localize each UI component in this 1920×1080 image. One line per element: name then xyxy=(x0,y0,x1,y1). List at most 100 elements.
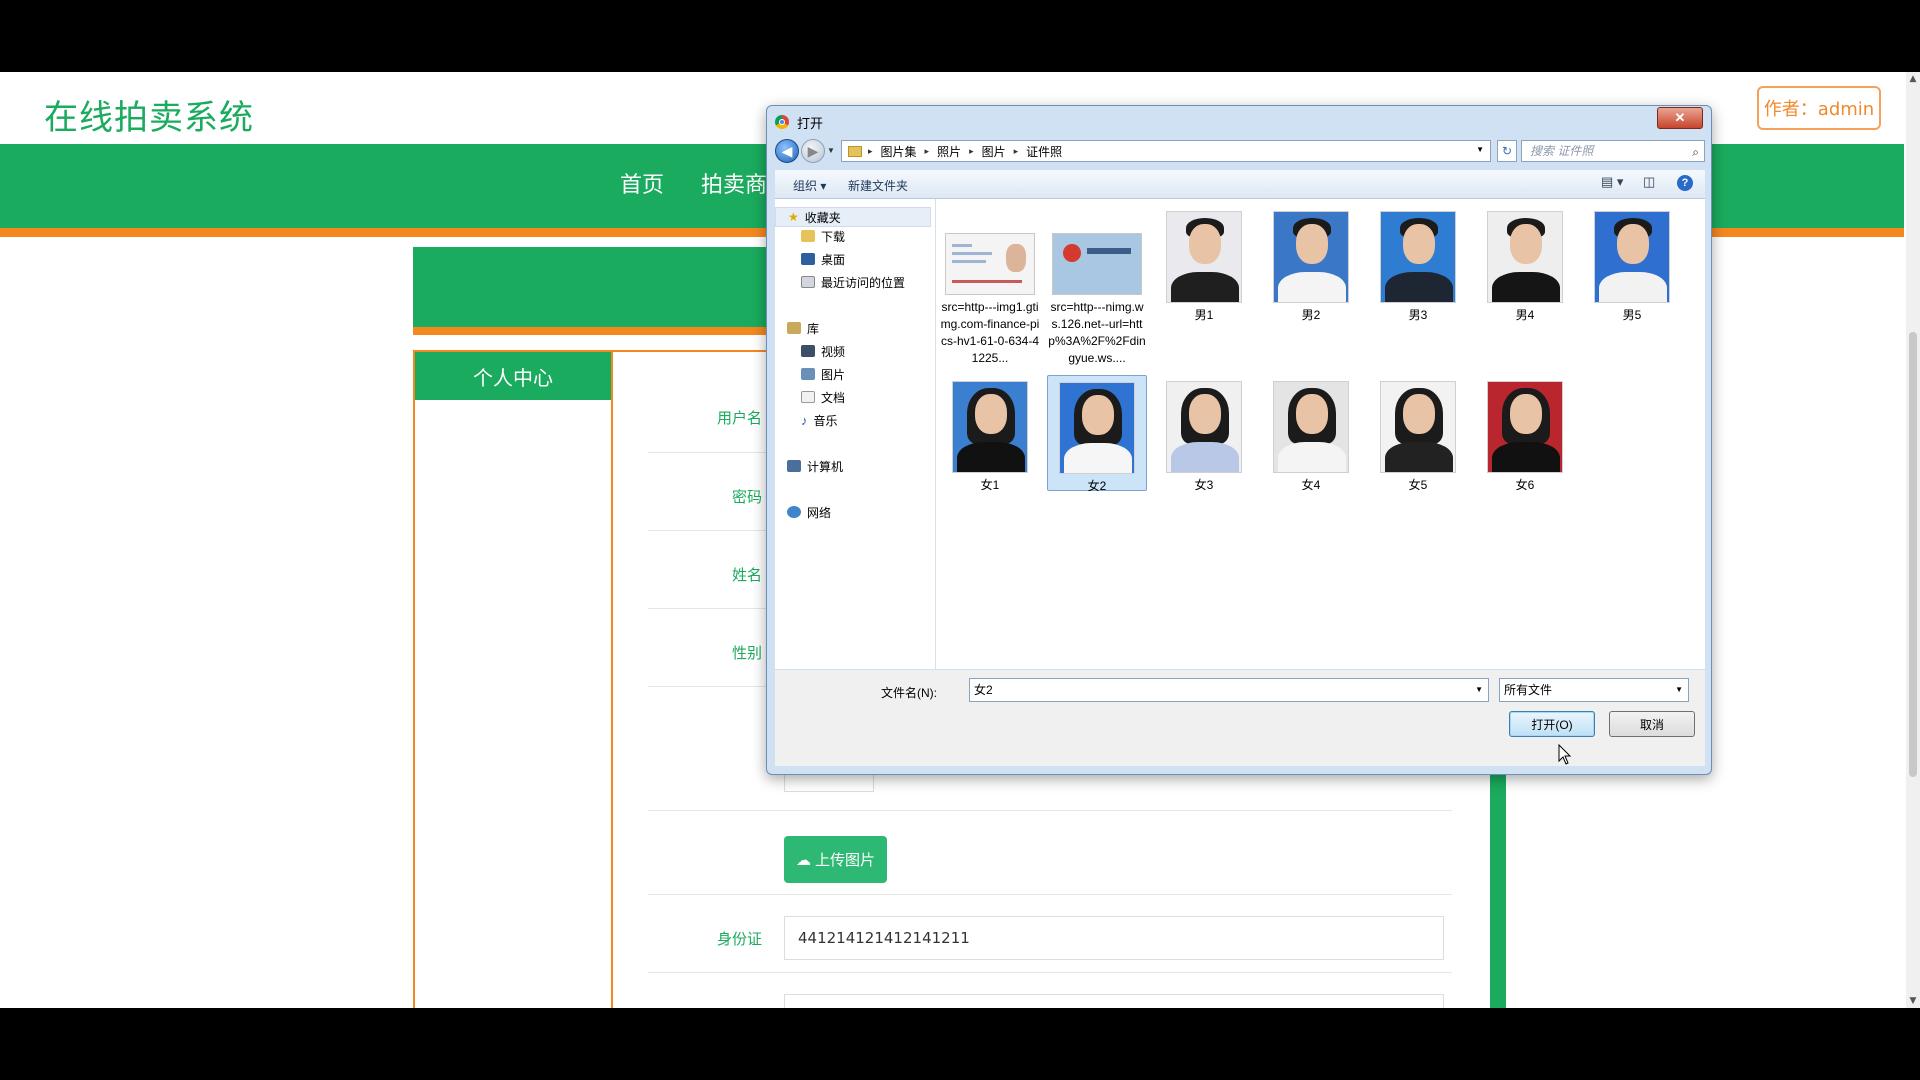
star-icon: ★ xyxy=(788,210,799,224)
close-button[interactable]: ✕ xyxy=(1657,107,1703,129)
nav-auction[interactable]: 拍卖商 xyxy=(701,144,767,228)
file-list: src=http---img1.gtimg.com-finance-pics-h… xyxy=(936,199,1705,669)
new-folder-button[interactable]: 新建文件夹 xyxy=(848,177,908,194)
breadcrumb-segment[interactable]: 图片 xyxy=(982,143,1006,160)
music-icon: ♪ xyxy=(801,412,808,428)
photo-thumbnail xyxy=(1059,382,1135,474)
documents-icon xyxy=(801,391,815,403)
file-item[interactable]: 女6 xyxy=(1475,375,1575,494)
chrome-icon xyxy=(775,115,789,129)
label-username: 用户名 xyxy=(716,409,762,427)
tree-item-documents[interactable]: 文档 xyxy=(801,387,845,407)
file-name: 男5 xyxy=(1622,308,1642,322)
tree-item-libraries[interactable]: 库 xyxy=(787,318,819,338)
dialog-toolbar: 组织 ▾ 新建文件夹 ▤ ▾ ◫ ? xyxy=(775,170,1705,199)
file-item[interactable]: 女4 xyxy=(1261,375,1361,494)
chevron-down-icon[interactable]: ▼ xyxy=(1475,679,1483,701)
organize-menu[interactable]: 组织 ▾ xyxy=(793,177,826,194)
tree-label: 收藏夹 xyxy=(804,210,841,225)
breadcrumb-segment[interactable]: 照片 xyxy=(937,143,961,160)
chevron-right-icon[interactable]: ▸ xyxy=(1014,146,1019,157)
address-bar[interactable]: ▸ 图片集 ▸ 照片 ▸ 图片 ▸ 证件照 ▼ xyxy=(841,140,1491,162)
recent-locations-dropdown-icon[interactable]: ▼ xyxy=(827,146,835,155)
author-button[interactable]: 作者：admin xyxy=(1757,86,1881,130)
videos-icon xyxy=(801,345,815,357)
file-item[interactable]: 男2 xyxy=(1261,205,1361,324)
tree-item-pictures[interactable]: 图片 xyxy=(801,364,845,384)
tree-label: 库 xyxy=(807,321,820,336)
sidebar-title[interactable]: 个人中心 xyxy=(415,352,611,400)
scroll-up-icon[interactable]: ▲ xyxy=(1906,74,1920,84)
pictures-icon xyxy=(801,368,815,380)
filename-value: 女2 xyxy=(974,683,993,697)
chevron-right-icon[interactable]: ▸ xyxy=(925,146,930,157)
file-item[interactable]: src=http---nimg.ws.126.net--url=http%3A%… xyxy=(1047,205,1147,367)
filetype-select[interactable]: 所有文件 ▼ xyxy=(1499,678,1689,702)
forward-arrow-icon[interactable]: ▶ xyxy=(801,139,825,163)
form-divider xyxy=(648,810,1452,811)
sidebar: 个人中心 xyxy=(413,350,613,1008)
tree-item-recent[interactable]: 最近访问的位置 xyxy=(801,272,905,292)
search-icon[interactable]: ⌕ xyxy=(1692,142,1699,162)
breadcrumb-segment[interactable]: 证件照 xyxy=(1026,143,1062,160)
search-input[interactable]: 搜索 证件照 ⌕ xyxy=(1521,140,1705,162)
file-item[interactable]: 女3 xyxy=(1154,375,1254,494)
back-arrow-icon[interactable]: ◀ xyxy=(775,139,799,163)
file-name: 男2 xyxy=(1301,308,1321,322)
folder-icon xyxy=(848,145,862,157)
file-item[interactable]: 男4 xyxy=(1475,205,1575,324)
dialog-titlebar[interactable]: 打开 xyxy=(775,110,823,134)
filename-input[interactable]: 女2 ▼ xyxy=(969,678,1489,702)
chevron-down-icon[interactable]: ▼ xyxy=(1675,679,1683,701)
file-item[interactable]: 男5 xyxy=(1582,205,1682,324)
scroll-down-icon[interactable]: ▼ xyxy=(1906,996,1920,1006)
tree-item-desktop[interactable]: 桌面 xyxy=(801,249,845,269)
refresh-icon[interactable]: ↻ xyxy=(1497,140,1517,162)
tree-item-videos[interactable]: 视频 xyxy=(801,341,845,361)
label-name: 姓名 xyxy=(731,566,762,584)
file-name: 男1 xyxy=(1194,308,1214,322)
tree-item-downloads[interactable]: 下载 xyxy=(801,226,845,246)
photo-thumbnail xyxy=(1166,211,1242,303)
photo-thumbnail xyxy=(1380,211,1456,303)
help-button[interactable]: ? xyxy=(1677,174,1693,191)
tree-item-network[interactable]: 网络 xyxy=(787,502,831,522)
scroll-thumb[interactable] xyxy=(1909,332,1917,777)
file-name: src=http---nimg.ws.126.net--url=http%3A%… xyxy=(1048,300,1146,365)
photo-thumbnail xyxy=(1487,211,1563,303)
tree-label: 下载 xyxy=(821,229,846,244)
open-button[interactable]: 打开(O) xyxy=(1509,711,1595,737)
page-scrollbar[interactable]: ▲ ▼ xyxy=(1906,72,1920,1008)
chevron-right-icon[interactable]: ▸ xyxy=(969,146,974,157)
content-right-border xyxy=(1490,762,1506,1008)
open-file-dialog: 打开 ✕ ◀ ▶ ▼ ▸ 图片集 ▸ 照片 ▸ 图片 ▸ 证件照 ▼ ↻ 搜索 … xyxy=(766,105,1712,775)
next-input[interactable] xyxy=(784,994,1444,1008)
mouse-cursor-icon xyxy=(1558,744,1572,765)
file-item-selected[interactable]: 女2 xyxy=(1047,375,1147,493)
network-icon xyxy=(787,506,801,518)
site-title[interactable]: 在线拍卖系统 xyxy=(44,90,254,139)
downloads-folder-icon xyxy=(801,230,815,242)
tree-label: 最近访问的位置 xyxy=(821,275,906,290)
idcard-input[interactable]: 441214121412141211 xyxy=(784,916,1444,960)
cancel-button[interactable]: 取消 xyxy=(1609,711,1695,737)
view-options-icon[interactable]: ▤ ▾ xyxy=(1601,174,1623,190)
tree-item-favorites[interactable]: ★ 收藏夹 xyxy=(775,207,931,227)
chevron-right-icon[interactable]: ▸ xyxy=(868,146,873,157)
nav-home[interactable]: 首页 xyxy=(620,144,664,228)
tree-item-music[interactable]: ♪ 音乐 xyxy=(801,410,838,430)
preview-pane-icon[interactable]: ◫ xyxy=(1643,174,1655,190)
file-item[interactable]: src=http---img1.gtimg.com-finance-pics-h… xyxy=(940,205,1040,367)
breadcrumb-segment[interactable]: 图片集 xyxy=(881,143,917,160)
file-name: 女5 xyxy=(1408,478,1428,492)
file-item[interactable]: 男3 xyxy=(1368,205,1468,324)
tree-item-computer[interactable]: 计算机 xyxy=(787,456,843,476)
photo-thumbnail xyxy=(1273,211,1349,303)
file-item[interactable]: 女1 xyxy=(940,375,1040,494)
upload-image-button[interactable]: ☁ 上传图片 xyxy=(784,836,887,883)
tree-label: 桌面 xyxy=(821,252,846,267)
file-item[interactable]: 女5 xyxy=(1368,375,1468,494)
file-item[interactable]: 男1 xyxy=(1154,205,1254,324)
chevron-down-icon[interactable]: ▼ xyxy=(1476,145,1484,154)
dialog-title: 打开 xyxy=(797,115,824,131)
